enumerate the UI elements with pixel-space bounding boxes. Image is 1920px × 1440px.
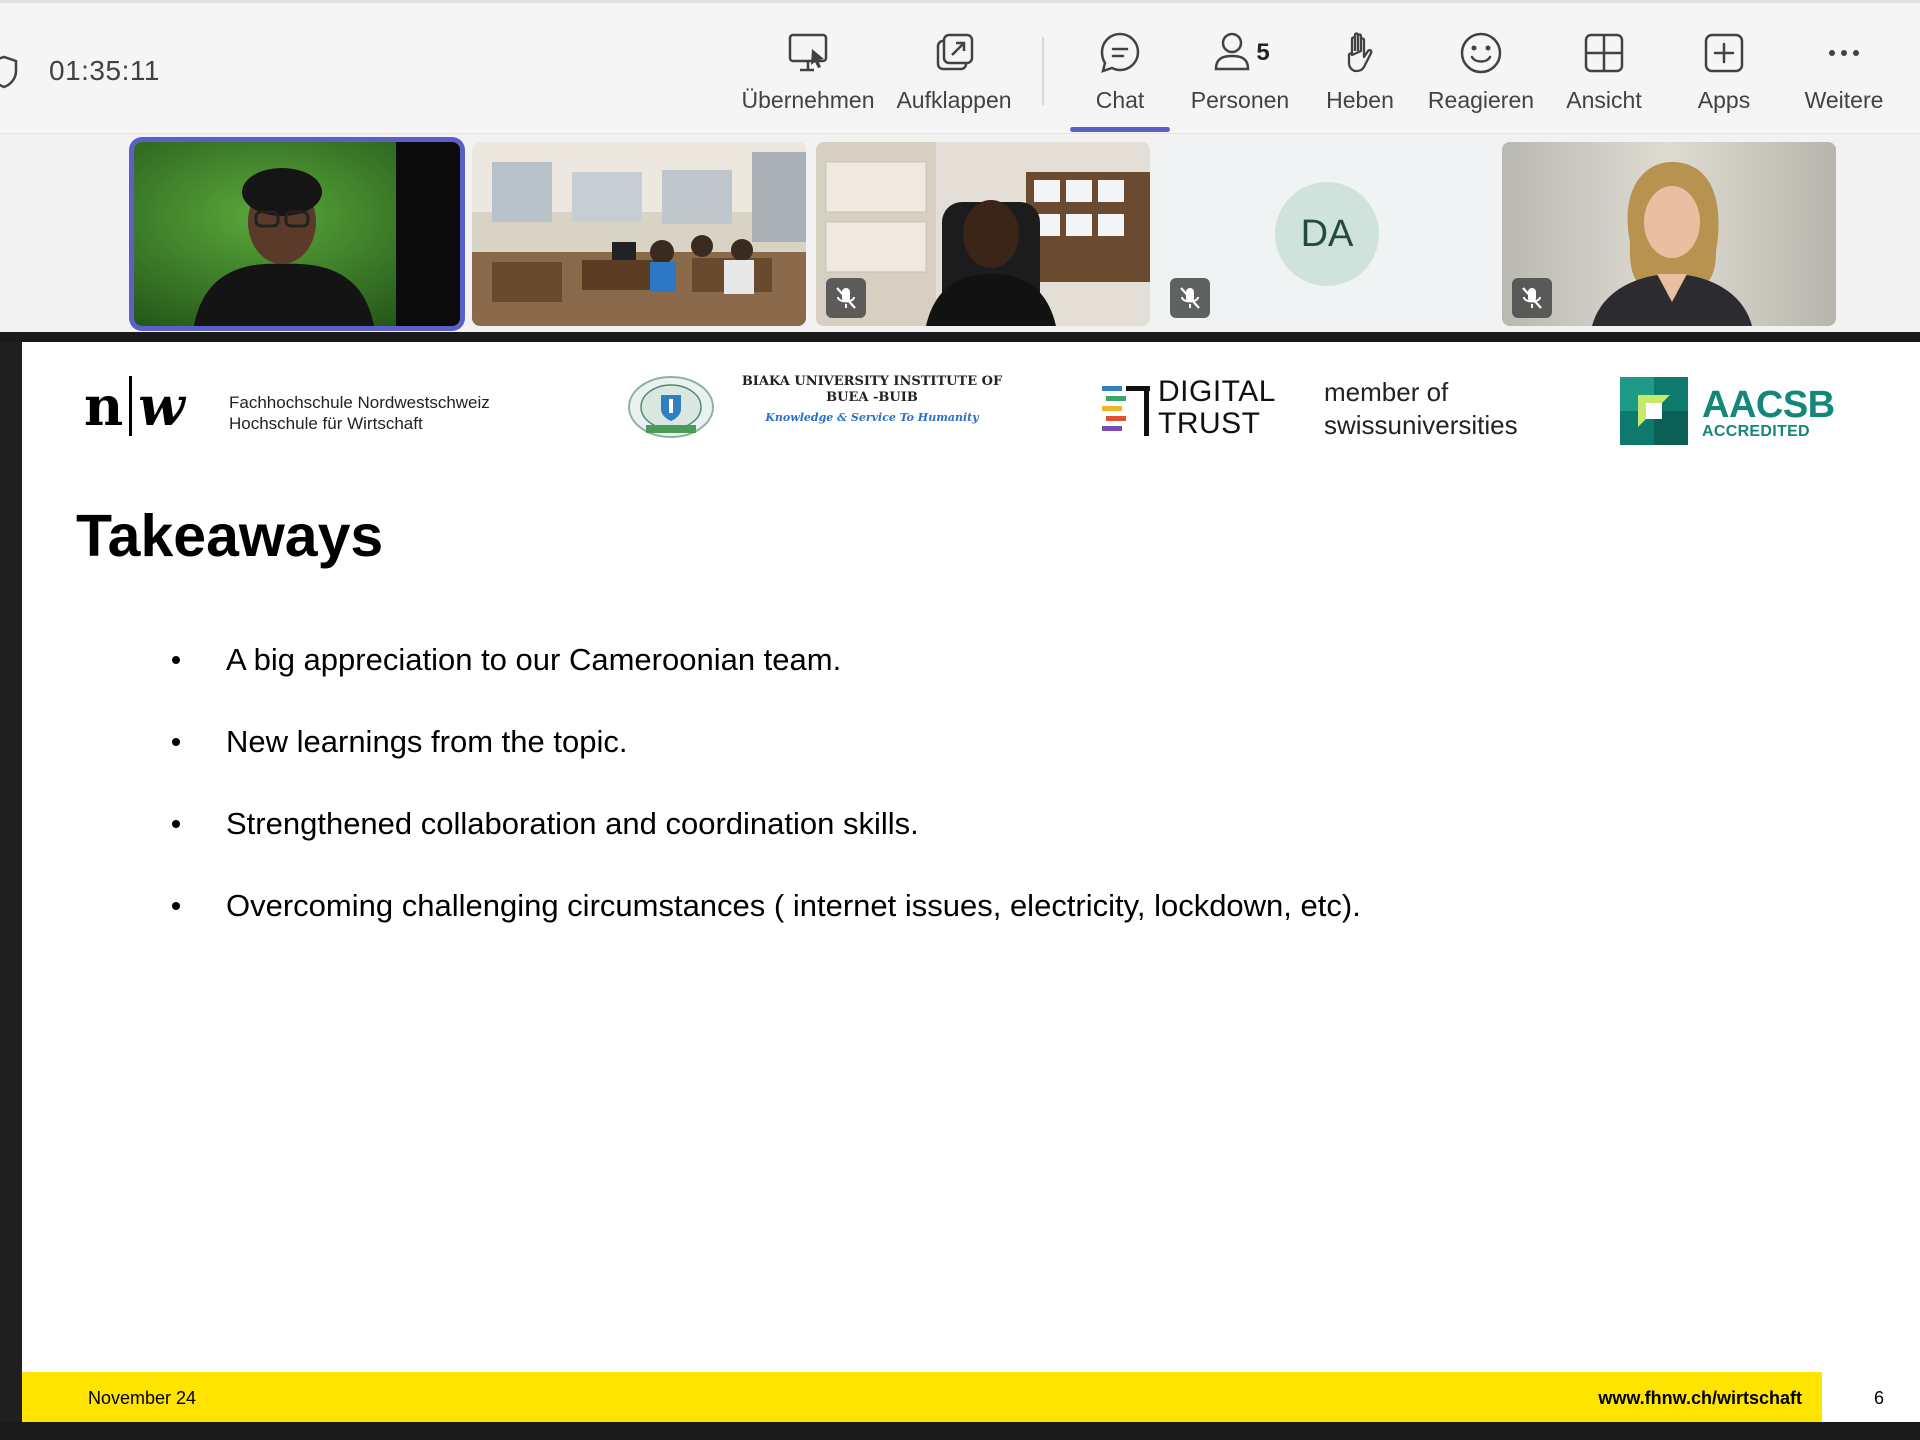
list-item: Strengthened collaboration and coordinat… [172, 806, 1361, 888]
list-item: New learnings from the topic. [172, 724, 1361, 806]
participant-video [816, 142, 1150, 326]
participant-strip: DA [0, 134, 1920, 332]
slide-footer: November 24 www.fhnw.ch/wirtschaft [22, 1372, 1822, 1422]
participant-tile-classroom[interactable] [472, 142, 806, 326]
aacsb-logo-text: AACSB ACCREDITED [1702, 386, 1835, 440]
bullet-icon [172, 656, 180, 664]
fhnw-logo-bar [129, 376, 133, 436]
mic-off-icon [1512, 278, 1552, 318]
more-label: Weitere [1804, 87, 1884, 113]
list-item-text: A big appreciation to our Cameroonian te… [226, 642, 842, 677]
digital-trust-line1: DIGITAL [1158, 375, 1276, 408]
participant-video [134, 142, 460, 326]
pop-out-label: Aufklappen [896, 87, 1012, 113]
digital-trust-line2: TRUST [1158, 407, 1261, 440]
apps-icon [1704, 33, 1744, 73]
aacsb-mark-icon [1620, 377, 1688, 445]
swissuniversities-logo: member of swissuniversities [1324, 376, 1518, 442]
bullet-icon [172, 902, 180, 910]
active-tab-indicator [1070, 127, 1170, 132]
biaka-name: BIAKA UNIVERSITY INSTITUTE OF BUEA -BUIB… [712, 374, 1032, 426]
digital-trust-icon [1102, 386, 1150, 436]
aacsb-accredited: ACCREDITED [1702, 423, 1810, 440]
takeaway-list: A big appreciation to our Cameroonian te… [172, 642, 1361, 970]
mic-off-icon [826, 278, 866, 318]
stage-divider [0, 332, 1920, 342]
fhnw-name: Fachhochschule Nordwestschweiz Hochschul… [229, 392, 490, 434]
biaka-seal-icon [628, 376, 714, 438]
take-control-button[interactable]: Übernehmen [738, 29, 878, 129]
react-label: Reagieren [1427, 87, 1535, 113]
take-control-label: Übernehmen [741, 87, 875, 113]
shield-icon [0, 55, 18, 89]
biaka-name-line1: BIAKA UNIVERSITY INSTITUTE OF [741, 374, 1003, 389]
slide-page-number: 6 [1874, 1388, 1885, 1408]
fhnw-logo-n: n [84, 374, 124, 438]
meeting-toolbar: 01:35:11 Übernehmen Aufklappen Chat 5 Pe… [0, 0, 1920, 134]
list-item-text: Strengthened collaboration and coordinat… [226, 806, 919, 841]
apps-button[interactable]: Apps [1674, 29, 1774, 129]
people-label: Personen [1190, 87, 1290, 113]
stage-bottom-edge [0, 1422, 1920, 1440]
pop-out-icon [936, 33, 974, 71]
more-icon [1829, 50, 1859, 56]
fhnw-logo: n w [84, 374, 185, 438]
apps-label: Apps [1697, 87, 1751, 113]
view-button[interactable]: Ansicht [1554, 29, 1654, 129]
swissuniversities-line1: member of [1324, 377, 1449, 407]
chat-label: Chat [1095, 87, 1145, 113]
toolbar-divider [1042, 37, 1044, 105]
view-icon [1584, 33, 1624, 73]
fhnw-name-line2: Hochschule für Wirtschaft [229, 414, 423, 433]
aacsb-name: AACSB [1702, 384, 1835, 426]
participant-tile-presenter[interactable] [1502, 142, 1836, 326]
slide-title: Takeaways [76, 503, 384, 569]
participant-count: 5 [1256, 39, 1270, 66]
react-icon [1460, 32, 1502, 74]
slide-url: www.fhnw.ch/wirtschaft [1598, 1388, 1802, 1408]
bullet-icon [172, 738, 180, 746]
chat-icon [1100, 32, 1140, 73]
list-item: A big appreciation to our Cameroonian te… [172, 642, 1361, 724]
bullet-icon [172, 820, 180, 828]
raise-hand-icon [1347, 32, 1373, 73]
participant-tile-avatar[interactable]: DA [1160, 142, 1492, 326]
swissuniversities-line2: swissuniversities [1324, 410, 1518, 440]
react-button[interactable]: Reagieren [1426, 29, 1536, 129]
list-item: Overcoming challenging circumstances ( i… [172, 888, 1361, 970]
chat-button[interactable]: Chat [1070, 29, 1170, 129]
shared-slide: n w Fachhochschule Nordwestschweiz Hochs… [22, 342, 1920, 1422]
digital-trust-name: DIGITAL TRUST [1158, 376, 1276, 440]
mic-off-icon [1170, 278, 1210, 318]
raise-hand-button[interactable]: Heben [1310, 29, 1410, 129]
participant-tile-speaker[interactable] [134, 142, 460, 326]
people-icon [1215, 32, 1250, 71]
biaka-motto: Knowledge & Service To Humanity [765, 411, 979, 424]
participant-tile-office[interactable] [816, 142, 1150, 326]
pop-out-button[interactable]: Aufklappen [886, 29, 1022, 129]
list-item-text: Overcoming challenging circumstances ( i… [226, 888, 1361, 923]
take-control-icon [788, 33, 828, 72]
meeting-timer: 01:35:11 [49, 55, 160, 86]
fhnw-logo-w: w [138, 374, 185, 438]
participant-video [472, 142, 806, 326]
view-label: Ansicht [1566, 87, 1642, 113]
fhnw-name-line1: Fachhochschule Nordwestschweiz [229, 393, 490, 412]
participant-video [1502, 142, 1836, 326]
people-button[interactable]: 5 Personen [1186, 29, 1294, 129]
raise-hand-label: Heben [1326, 87, 1394, 113]
slide-date: November 24 [88, 1388, 197, 1408]
avatar: DA [1275, 182, 1379, 286]
biaka-name-line2: BUEA -BUIB [826, 390, 918, 405]
list-item-text: New learnings from the topic. [226, 724, 628, 759]
more-button[interactable]: Weitere [1792, 29, 1896, 129]
